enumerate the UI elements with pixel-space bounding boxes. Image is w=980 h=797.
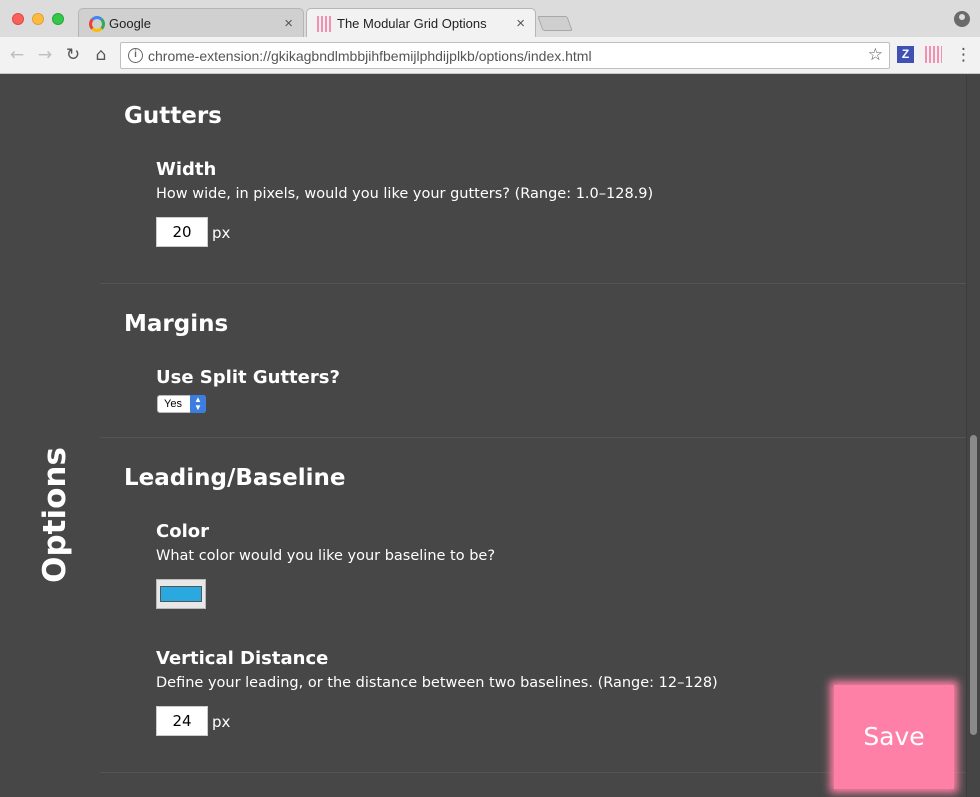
browser-titlebar: Google × The Modular Grid Options ×	[0, 0, 980, 37]
split-gutters-select[interactable]: Yes ▲ ▼	[157, 395, 206, 413]
back-arrow-icon[interactable]: ←	[6, 44, 28, 66]
section-divider	[100, 437, 966, 438]
reload-icon[interactable]: ↻	[62, 44, 84, 66]
close-icon[interactable]: ×	[516, 16, 525, 31]
modular-grid-extension-icon[interactable]	[925, 46, 942, 63]
split-gutters-label: Use Split Gutters?	[156, 367, 340, 388]
grid-favicon-icon	[317, 16, 333, 32]
profile-icon[interactable]	[954, 11, 970, 27]
select-arrows-icon: ▲ ▼	[190, 395, 206, 413]
gutter-width-unit: px	[212, 224, 231, 242]
address-bar[interactable]: i chrome-extension://gkikagbndlmbbjihfbe…	[120, 42, 890, 69]
section-title-margins: Margins	[124, 311, 229, 337]
gutter-width-input[interactable]: 20	[156, 217, 208, 247]
side-title: Options	[36, 447, 73, 583]
section-title-gutters: Gutters	[124, 103, 222, 129]
baseline-color-swatch	[160, 586, 202, 602]
side-title-wrap: Options	[32, 385, 77, 645]
options-page: Options Gutters Width How wide, in pixel…	[0, 75, 980, 797]
z-extension-icon[interactable]: Z	[897, 46, 914, 63]
bookmark-star-icon[interactable]: ☆	[868, 45, 883, 65]
minimize-window-button[interactable]	[32, 13, 44, 25]
scrollbar-thumb[interactable]	[970, 435, 977, 735]
tab-label: The Modular Grid Options	[337, 15, 487, 31]
home-icon[interactable]: ⌂	[90, 44, 112, 66]
baseline-color-picker[interactable]	[156, 579, 206, 609]
info-icon[interactable]: i	[128, 48, 143, 63]
tab-label: Google	[109, 15, 151, 31]
split-gutters-value: Yes	[164, 398, 182, 410]
url-text[interactable]: chrome-extension://gkikagbndlmbbjihfbemi…	[148, 48, 592, 64]
vertical-distance-unit: px	[212, 713, 231, 731]
close-icon[interactable]: ×	[284, 16, 293, 31]
tab-modular-grid-options[interactable]: The Modular Grid Options ×	[306, 8, 536, 37]
color-description: What color would you like your baseline …	[156, 548, 496, 564]
section-title-leading: Leading/Baseline	[124, 465, 346, 491]
vertical-scrollbar[interactable]	[966, 75, 980, 797]
save-button[interactable]: Save	[834, 685, 954, 789]
vertical-distance-input[interactable]: 24	[156, 706, 208, 736]
maximize-window-button[interactable]	[52, 13, 64, 25]
close-window-button[interactable]	[12, 13, 24, 25]
width-label: Width	[156, 159, 217, 180]
vertical-distance-label: Vertical Distance	[156, 648, 329, 669]
width-description: How wide, in pixels, would you like your…	[156, 186, 654, 202]
google-icon	[89, 16, 105, 32]
kebab-menu-icon[interactable]: ⋮	[955, 45, 972, 65]
section-divider	[100, 283, 966, 284]
color-label: Color	[156, 521, 209, 542]
new-tab-button[interactable]	[537, 16, 573, 31]
forward-arrow-icon[interactable]: →	[34, 44, 56, 66]
tab-google[interactable]: Google ×	[78, 8, 304, 37]
browser-toolbar: ← → ↻ ⌂ i chrome-extension://gkikagbndlm…	[0, 37, 980, 74]
vertical-distance-description: Define your leading, or the distance bet…	[156, 675, 718, 691]
